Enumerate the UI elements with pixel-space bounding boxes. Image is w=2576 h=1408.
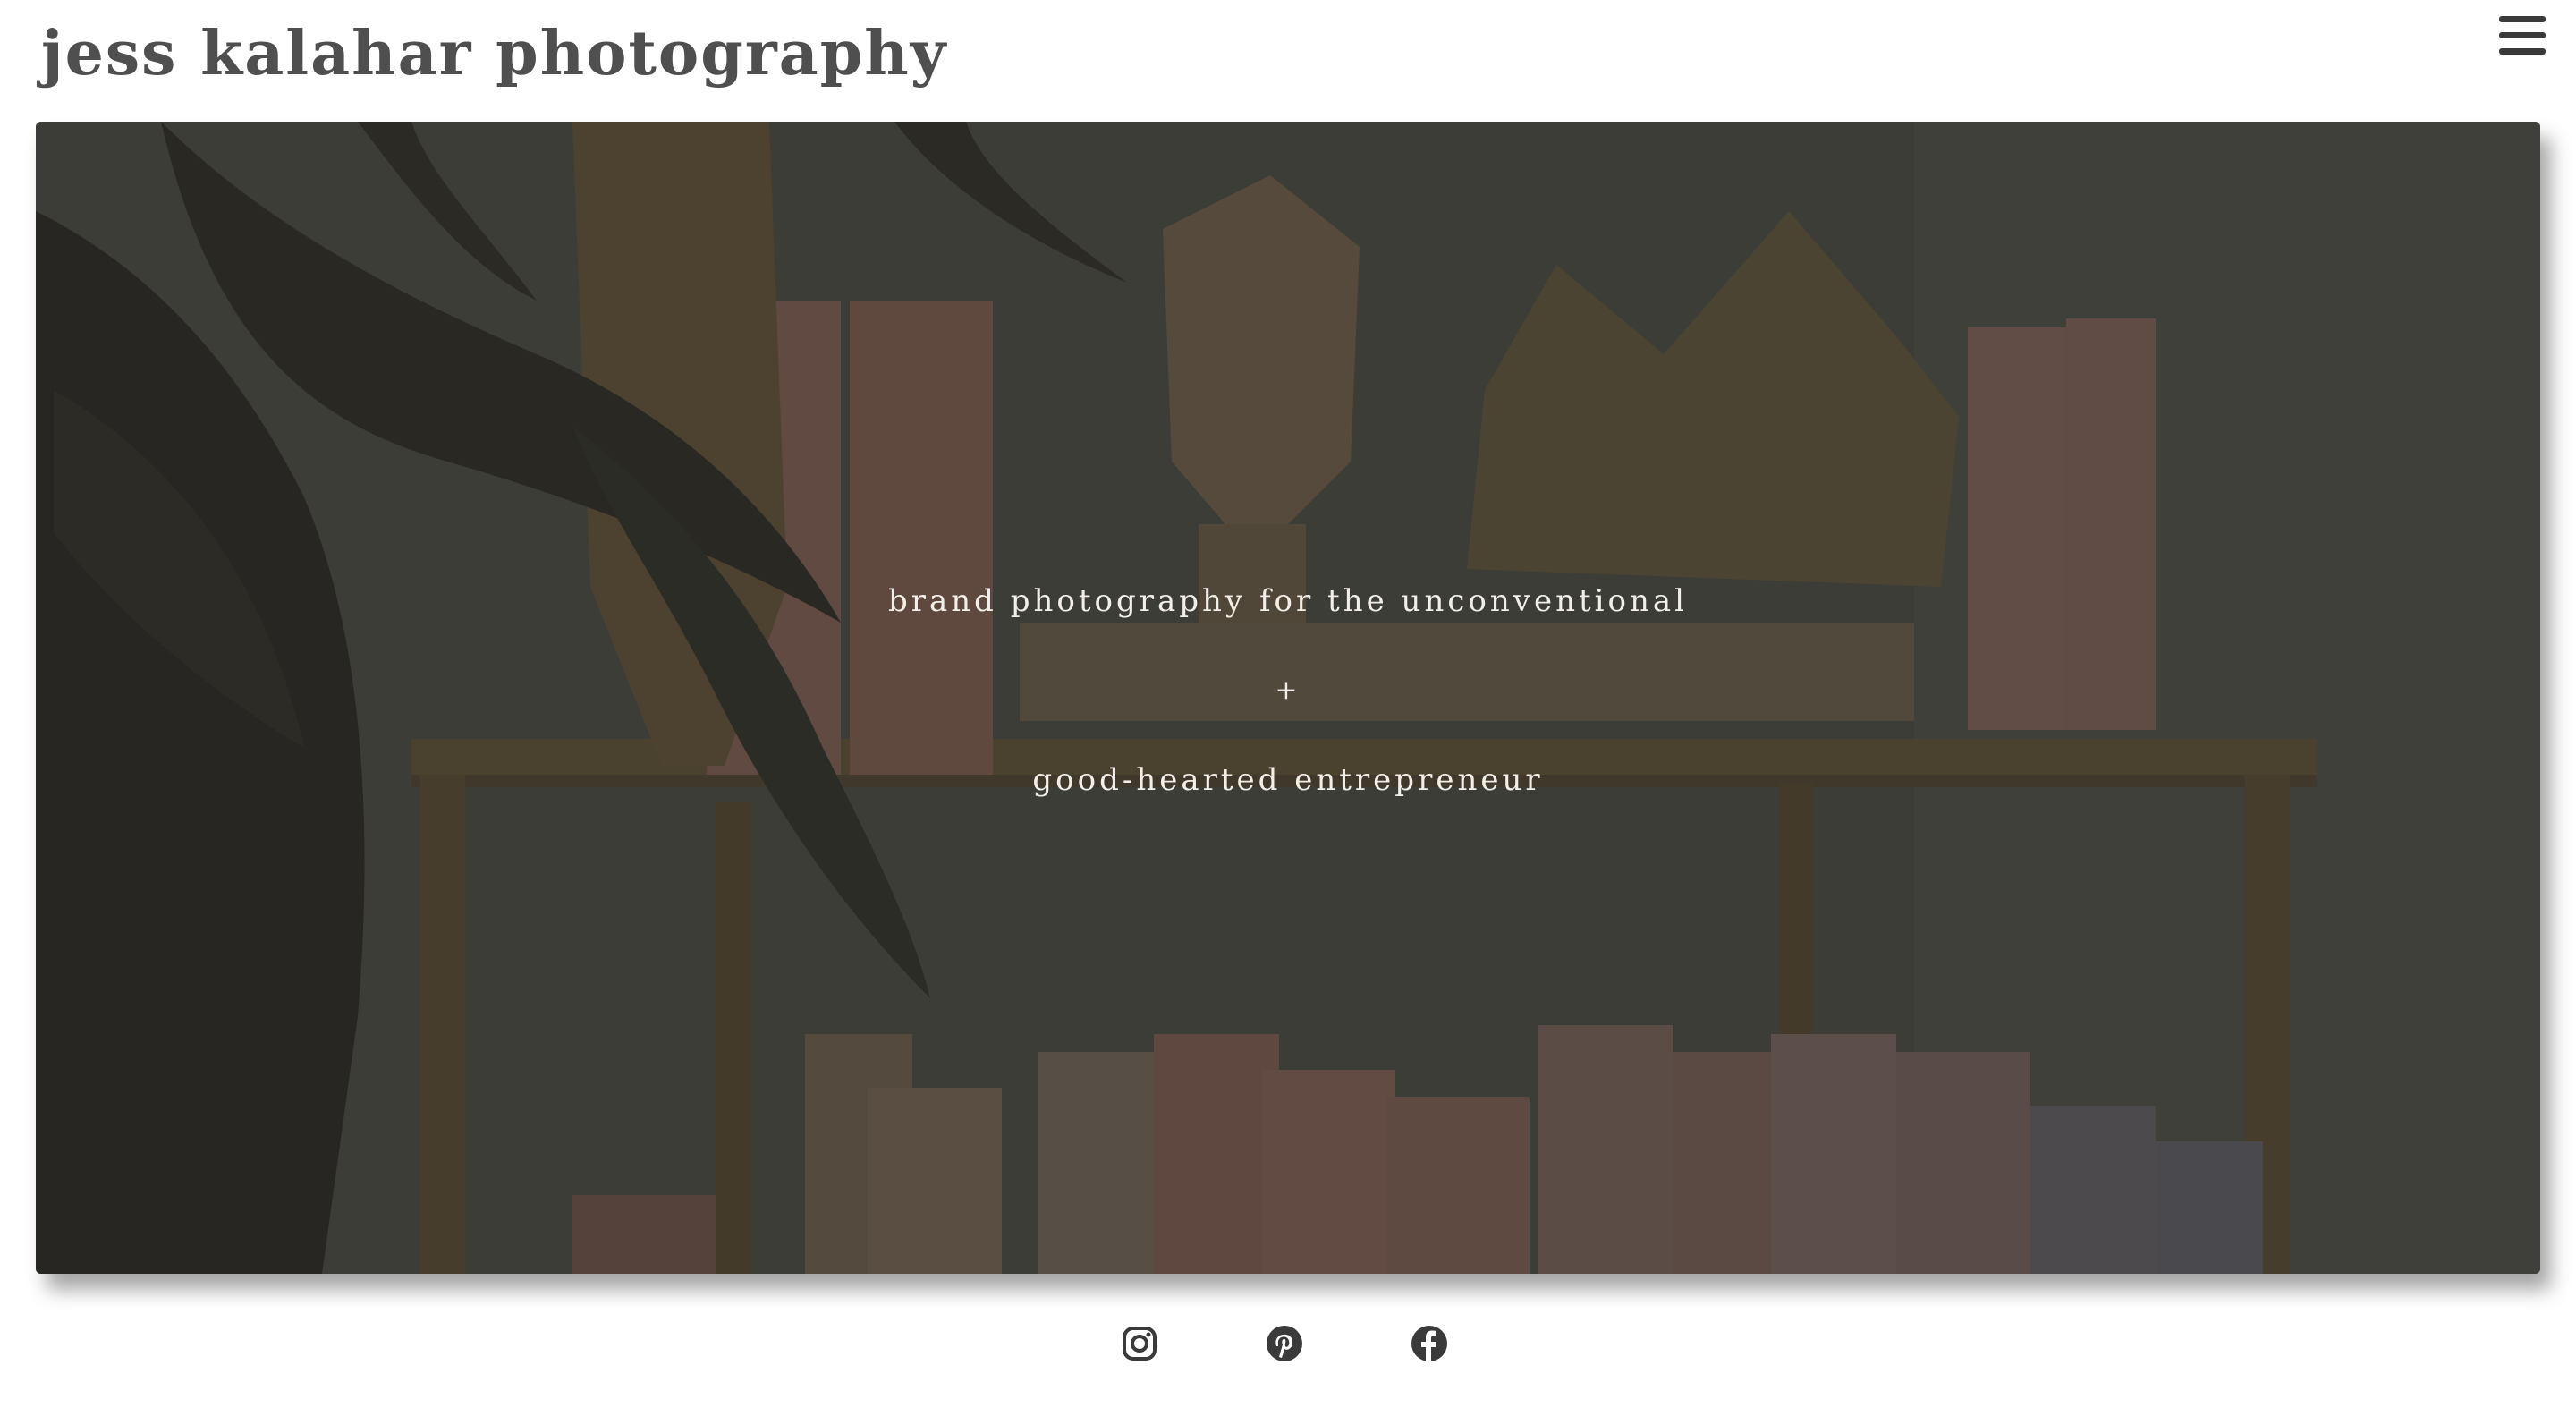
pinterest-icon[interactable] bbox=[1265, 1324, 1304, 1363]
hero-tagline-separator: + bbox=[1275, 674, 1301, 706]
instagram-icon[interactable] bbox=[1120, 1324, 1159, 1363]
hero-tagline-line-2: good-hearted entrepreneur bbox=[1032, 762, 1544, 798]
facebook-icon[interactable] bbox=[1410, 1324, 1449, 1363]
hero-banner: brand photography for the unconventional… bbox=[36, 122, 2540, 1274]
site-header: jess kalahar photography bbox=[0, 0, 2576, 122]
site-title[interactable]: jess kalahar photography bbox=[41, 13, 947, 95]
hero-tagline-line-1: brand photography for the unconventional bbox=[887, 583, 1689, 619]
hamburger-menu-icon[interactable] bbox=[2496, 13, 2549, 59]
